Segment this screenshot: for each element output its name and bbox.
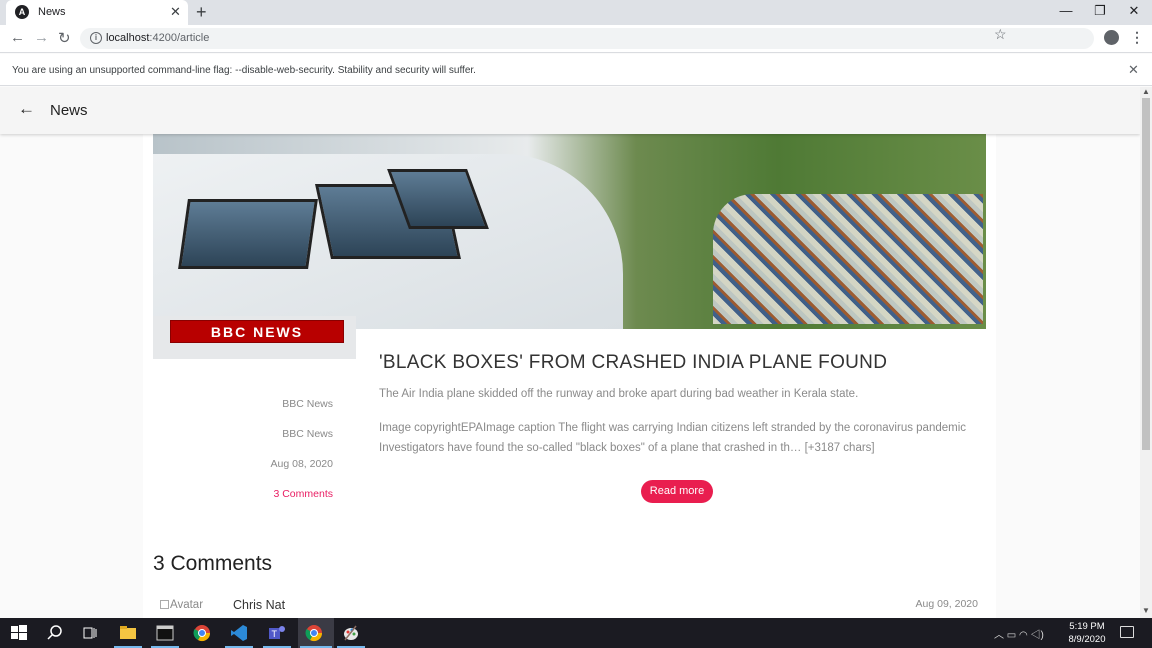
system-tray-icons[interactable]: ︿ ▭ ◠ ◁) [994, 626, 1044, 641]
bbc-news-logo: BBC NEWS [170, 320, 344, 343]
url-text[interactable]: localhost:4200/article [106, 32, 209, 44]
teams-icon[interactable]: T [268, 624, 286, 642]
browser-toolbar: ← → ↻ i localhost:4200/article ☆ ⋮ [0, 25, 1152, 53]
cockpit-window [178, 199, 318, 269]
svg-text:T: T [272, 629, 278, 639]
new-tab-button[interactable]: + [196, 2, 207, 23]
comments-heading: 3 Comments [153, 552, 273, 575]
info-icon[interactable]: i [90, 32, 102, 44]
scroll-down-icon[interactable]: ▼ [1142, 606, 1150, 615]
page-viewport: ← News BBC NEWS 'BLACK BOXES' FROM CRASH… [0, 87, 1140, 618]
url-path: :4200/article [149, 32, 210, 44]
scroll-up-icon[interactable]: ▲ [1142, 87, 1150, 96]
browser-tab[interactable]: A News ✕ [6, 0, 188, 25]
vscode-icon[interactable] [230, 624, 248, 642]
warning-text: You are using an unsupported command-lin… [12, 65, 476, 76]
broken-image-icon [160, 600, 169, 609]
browser-tab-strip: A News ✕ + — ❐ ✕ [0, 0, 1152, 25]
plane-fuselage-shape [153, 154, 623, 329]
warning-infobar: You are using an unsupported command-lin… [0, 54, 1152, 86]
browser-menu-icon[interactable]: ⋮ [1130, 29, 1144, 46]
address-bar[interactable]: i localhost:4200/article [80, 28, 1094, 49]
windows-taskbar: T ︿ ▭ ◠ ◁) 5:19 PM 8/9/2020 [0, 618, 1152, 648]
task-view-icon[interactable] [81, 624, 99, 642]
article-date: Aug 08, 2020 [270, 458, 333, 470]
wreckage-shape [713, 194, 983, 324]
window-close-icon[interactable]: ✕ [1119, 3, 1149, 19]
chrome-icon[interactable] [305, 624, 323, 642]
windows-start-icon[interactable] [10, 624, 28, 642]
app-toolbar: ← News [0, 87, 1140, 134]
scroll-thumb[interactable] [1142, 98, 1150, 450]
read-more-button[interactable]: Read more [641, 480, 713, 503]
article-author: BBC News [282, 428, 333, 440]
tab-title: News [38, 6, 66, 18]
page-scrollbar[interactable]: ▲ ▼ [1140, 87, 1152, 618]
restore-icon[interactable]: ❐ [1085, 3, 1115, 19]
article-headline: 'BLACK BOXES' FROM CRASHED INDIA PLANE F… [379, 352, 888, 373]
reload-icon[interactable]: ↻ [58, 29, 71, 47]
profile-icon[interactable] [1104, 30, 1119, 45]
comment-date: Aug 09, 2020 [915, 598, 978, 610]
warning-close-icon[interactable]: ✕ [1128, 62, 1139, 78]
article-hero-image [153, 134, 986, 329]
minimize-icon[interactable]: — [1051, 3, 1081, 18]
article-source: BBC News [282, 398, 333, 410]
bookmark-star-icon[interactable]: ☆ [994, 26, 1007, 43]
notification-center-icon[interactable] [1120, 626, 1134, 638]
avatar-alt-text: Avatar [170, 599, 204, 611]
comments-link[interactable]: 3 Comments [273, 488, 333, 500]
app-title: News [50, 102, 88, 119]
article-content: Image copyrightEPAImage caption The flig… [379, 422, 967, 454]
url-host: localhost [106, 32, 150, 44]
forward-nav-icon[interactable]: → [34, 29, 49, 46]
paint-icon[interactable] [342, 624, 360, 642]
clock-time[interactable]: 5:19 PM [1068, 621, 1106, 632]
comment-author: Chris Nat [233, 598, 286, 612]
angular-favicon-icon: A [15, 5, 29, 19]
search-icon[interactable] [46, 624, 64, 642]
chrome-icon[interactable] [193, 624, 211, 642]
back-arrow-icon[interactable]: ← [18, 99, 35, 119]
article-description: The Air India plane skidded off the runw… [379, 388, 859, 400]
file-explorer-icon[interactable] [119, 624, 137, 642]
terminal-icon[interactable] [156, 624, 174, 642]
clock-date[interactable]: 8/9/2020 [1066, 634, 1108, 645]
back-nav-icon[interactable]: ← [10, 29, 25, 46]
tab-close-icon[interactable]: ✕ [170, 4, 181, 20]
avatar: Avatar [160, 599, 203, 611]
